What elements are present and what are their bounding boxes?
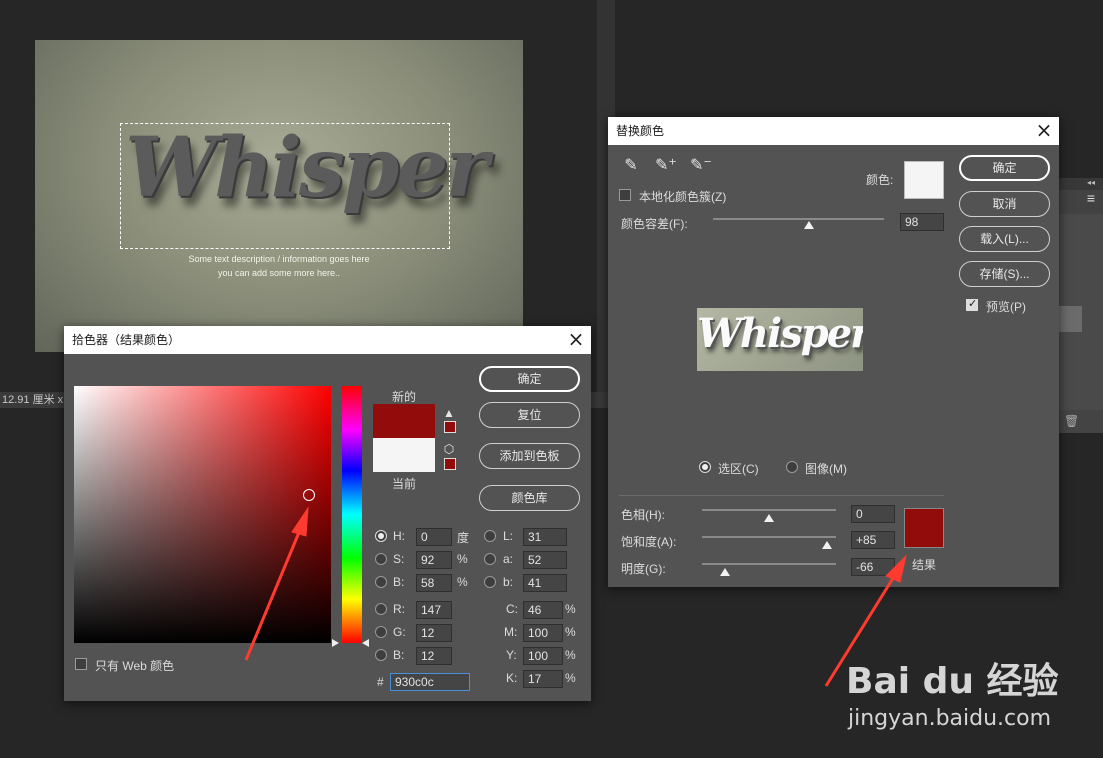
arrow-head-color-field	[291, 506, 309, 537]
arrow-to-color-field	[244, 529, 302, 661]
arrow-head-result-swatch	[885, 554, 907, 583]
baidu-watermark-logo: Bai du 经验	[846, 661, 1059, 702]
annotation-arrows	[244, 506, 907, 687]
baidu-watermark-url: jingyan.baidu.com	[848, 706, 1052, 731]
